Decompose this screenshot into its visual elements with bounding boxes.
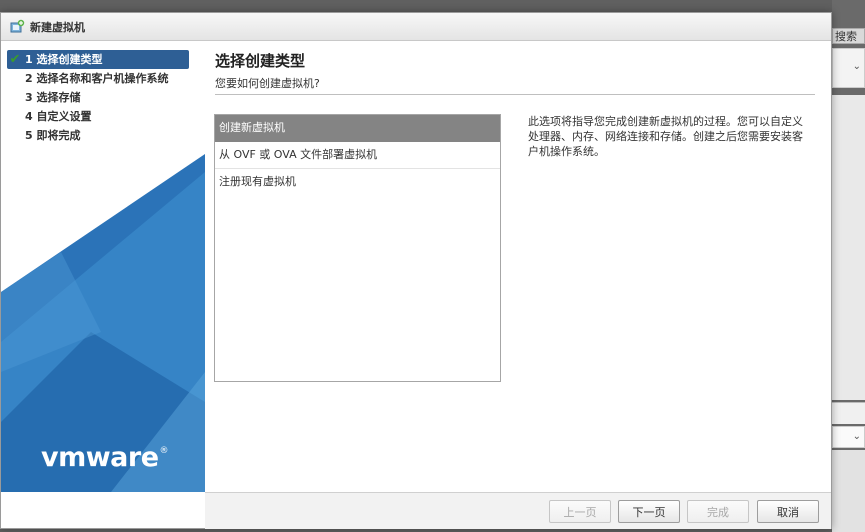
finish-button[interactable]: 完成 bbox=[687, 500, 749, 523]
wizard-content: 选择创建类型 您要如何创建虚拟机? 创建新虚拟机 从 OVF 或 OVA 文件部… bbox=[205, 42, 831, 492]
logo-registered-mark: ® bbox=[159, 446, 169, 456]
page-title: 选择创建类型 bbox=[215, 52, 306, 70]
logo-text: vmware bbox=[41, 442, 159, 473]
dialog-footer: 上一页 下一页 完成 取消 bbox=[205, 492, 831, 529]
new-vm-dialog: 新建虚拟机 ✔ 1 选择创建类型 2 选择名称和客户机操作系统 3 选择存储 4… bbox=[0, 12, 832, 529]
wizard-step-label: 4 自定义设置 bbox=[25, 110, 92, 123]
wizard-step-3[interactable]: 3 选择存储 bbox=[7, 88, 189, 107]
chevron-down-icon[interactable]: ⌄ bbox=[853, 431, 861, 442]
background-panel-top: ⌄ bbox=[832, 48, 865, 88]
wizard-step-label: 3 选择存储 bbox=[25, 91, 81, 104]
wizard-step-4[interactable]: 4 自定义设置 bbox=[7, 107, 189, 126]
previous-button[interactable]: 上一页 bbox=[549, 500, 611, 523]
background-panel-header bbox=[832, 402, 865, 424]
background-search-box[interactable]: 搜索 bbox=[832, 28, 865, 44]
wizard-step-label: 5 即将完成 bbox=[25, 129, 81, 142]
title-divider bbox=[215, 94, 815, 95]
wizard-step-1[interactable]: ✔ 1 选择创建类型 bbox=[7, 50, 189, 69]
dialog-titlebar[interactable]: 新建虚拟机 bbox=[1, 13, 831, 41]
wizard-sidebar: ✔ 1 选择创建类型 2 选择名称和客户机操作系统 3 选择存储 4 自定义设置… bbox=[1, 42, 205, 492]
option-description: 此选项将指导您完成创建新虚拟机的过程。您可以自定义处理器、内存、网络连接和存储。… bbox=[528, 115, 803, 158]
creation-type-list: 创建新虚拟机 从 OVF 或 OVA 文件部署虚拟机 注册现有虚拟机 bbox=[214, 114, 501, 382]
wizard-step-5[interactable]: 5 即将完成 bbox=[7, 126, 189, 145]
option-deploy-from-ovf-ova[interactable]: 从 OVF 或 OVA 文件部署虚拟机 bbox=[215, 142, 500, 169]
check-icon: ✔ bbox=[9, 52, 21, 67]
wizard-step-label: 1 选择创建类型 bbox=[25, 53, 103, 66]
new-vm-icon bbox=[9, 19, 25, 35]
vmware-logo: vmware® bbox=[41, 442, 169, 473]
wizard-step-label: 2 选择名称和客户机操作系统 bbox=[25, 72, 169, 85]
background-panel-bottom bbox=[832, 450, 865, 532]
option-create-new-vm[interactable]: 创建新虚拟机 bbox=[215, 115, 500, 142]
wizard-step-2[interactable]: 2 选择名称和客户机操作系统 bbox=[7, 69, 189, 88]
next-button[interactable]: 下一页 bbox=[618, 500, 680, 523]
background-panel-dropdown[interactable]: ⌄ bbox=[832, 426, 865, 448]
dialog-title: 新建虚拟机 bbox=[30, 20, 85, 34]
page-subtitle: 您要如何创建虚拟机? bbox=[215, 77, 320, 90]
background-panel-middle bbox=[832, 95, 865, 400]
cancel-button[interactable]: 取消 bbox=[757, 500, 819, 523]
chevron-down-icon[interactable]: ⌄ bbox=[853, 61, 861, 72]
option-register-existing-vm[interactable]: 注册现有虚拟机 bbox=[215, 169, 500, 196]
wizard-step-list: ✔ 1 选择创建类型 2 选择名称和客户机操作系统 3 选择存储 4 自定义设置… bbox=[7, 50, 189, 145]
